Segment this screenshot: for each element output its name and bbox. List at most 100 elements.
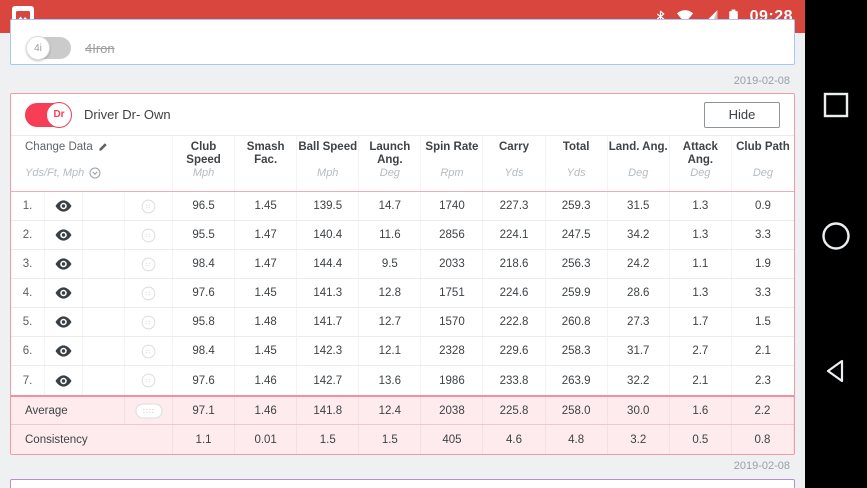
club-card-4iron: 4i 4Iron	[10, 19, 795, 65]
media-button[interactable]	[125, 279, 173, 307]
media-button[interactable]	[125, 308, 173, 336]
value-cell-7: 31.7	[608, 337, 670, 365]
value-cell-0: 96.5	[173, 192, 236, 220]
visibility-toggle[interactable]	[45, 308, 83, 336]
visibility-toggle[interactable]	[45, 366, 83, 395]
value-cell-4: 1751	[421, 279, 484, 307]
media-circle-icon	[141, 199, 156, 213]
media-button[interactable]	[125, 192, 173, 220]
value-cell-9: 1.9	[754, 258, 771, 270]
average-value-2: 141.8	[297, 397, 360, 424]
shot-number: 1.	[11, 192, 45, 220]
value-cell-2: 142.3	[297, 337, 360, 365]
column-unit-1	[235, 167, 298, 191]
hide-button[interactable]: Hide	[704, 101, 780, 128]
chevron-circle-icon	[89, 167, 101, 179]
column-unit-6: Yds	[546, 167, 608, 191]
value-cell-5: 224.1	[483, 221, 546, 249]
visibility-eye-icon	[55, 287, 72, 299]
table-row: 2. 95.5 1.47 140.4 11.6 2856 224.1 247.5 34.2 1.3…	[11, 221, 794, 250]
value-cell-6: 263.9	[546, 366, 608, 395]
home-circle-icon	[822, 222, 850, 250]
value-cell-1: 1.47	[235, 250, 298, 278]
table-header-row: Change Data Club Speed Smash Fac. Ball Spe…	[11, 136, 794, 167]
media-circle-icon	[141, 228, 156, 242]
visibility-toggle[interactable]	[45, 337, 83, 365]
value-cell-3: 9.5	[359, 250, 422, 278]
value-cell-9: 2.3	[754, 374, 771, 387]
visibility-toggle[interactable]	[45, 250, 83, 278]
average-row: Average 97.1 1.46 141.8 12.4 2038 225.8 258.0 30…	[11, 395, 794, 425]
average-value-7: 30.0	[608, 397, 670, 424]
average-value-5: 225.8	[483, 397, 546, 424]
value-cell-8: 2.7	[670, 337, 732, 365]
value-cell-3: 12.8	[359, 279, 422, 307]
visibility-toggle[interactable]	[45, 192, 83, 220]
units-selector[interactable]: Yds/Ft, Mph	[11, 167, 173, 191]
value-cell-2: 140.4	[297, 221, 360, 249]
column-unit-5: Yds	[483, 167, 546, 191]
consistency-value-0: 1.1	[173, 425, 236, 454]
back-button[interactable]	[823, 357, 849, 390]
table-row: 4. 97.6 1.45 141.3 12.8 1751 224.6 259.9 28.6 1.3…	[11, 279, 794, 308]
media-button[interactable]	[125, 221, 173, 249]
android-nav-bar	[805, 0, 867, 488]
table-row: 6. 98.4 1.45 142.3 12.1 2328 229.6 258.3 31.7 2.7…	[11, 337, 794, 366]
average-value-9: 2.2	[732, 397, 794, 424]
value-cell-8: 1.7	[670, 308, 732, 336]
back-triangle-icon	[826, 359, 844, 383]
club-label-4iron: 4Iron	[85, 40, 115, 56]
value-cell-3: 12.7	[359, 308, 422, 336]
average-media-button[interactable]	[125, 397, 173, 424]
home-button[interactable]	[821, 221, 851, 256]
media-pill-icon	[135, 403, 162, 418]
value-cell-2: 141.7	[297, 308, 360, 336]
media-button[interactable]	[125, 250, 173, 278]
club-toggle-4i[interactable]: 4i	[26, 36, 71, 60]
club-toggle-dr[interactable]: Dr	[25, 101, 72, 128]
value-cell-0: 97.6	[173, 279, 236, 307]
value-cell-0: 95.8	[173, 308, 236, 336]
table-units-row: Yds/Ft, Mph Mph Mph Deg Rpm Yds Yds Deg Deg Deg	[11, 167, 794, 192]
value-cell-7: 31.5	[608, 192, 670, 220]
value-cell-3: 13.6	[359, 366, 422, 395]
media-button[interactable]	[125, 337, 173, 365]
driver-card: Dr Driver Dr- Own Hide Change Data Club …	[10, 93, 795, 455]
shot-number: 7.	[11, 366, 45, 395]
spacer-cell	[83, 366, 125, 395]
value-cell-5: 224.6	[483, 279, 546, 307]
visibility-toggle[interactable]	[45, 221, 83, 249]
consistency-value-5: 4.6	[483, 425, 546, 454]
value-cell-9: 2.1	[754, 345, 771, 357]
shot-number: 4.	[11, 279, 45, 307]
recents-button[interactable]	[823, 92, 849, 123]
column-header-5: Carry	[483, 136, 546, 167]
spacer-cell	[83, 308, 125, 336]
shot-number: 6.	[11, 337, 45, 365]
visibility-eye-icon	[55, 229, 72, 241]
consistency-value-8: 0.5	[670, 425, 732, 454]
column-header-8: Attack Ang.	[670, 136, 732, 167]
value-cell-4: 2328	[421, 337, 484, 365]
column-unit-8: Deg	[670, 167, 732, 191]
value-cell-2: 142.7	[297, 366, 360, 395]
consistency-value-6: 4.8	[546, 425, 608, 454]
value-cell-5: 229.6	[483, 337, 546, 365]
value-cell-7: 28.6	[608, 279, 670, 307]
scroll-area[interactable]: 4i 4Iron 2019-02-08 Dr Driver Dr- Own Hi…	[0, 19, 805, 488]
average-value-0: 97.1	[173, 397, 236, 424]
consistency-value-2: 1.5	[297, 425, 360, 454]
spacer-cell	[83, 192, 125, 220]
change-data-button[interactable]: Change Data	[11, 136, 173, 167]
value-cell-0: 98.4	[173, 337, 236, 365]
value-cell-3: 12.1	[359, 337, 422, 365]
spacer-cell	[83, 337, 125, 365]
value-cell-6: 260.8	[546, 308, 608, 336]
visibility-toggle[interactable]	[45, 279, 83, 307]
column-unit-3: Deg	[359, 167, 422, 191]
average-label: Average	[11, 397, 125, 424]
value-cell-5: 233.8	[483, 366, 546, 395]
media-button[interactable]	[125, 366, 173, 395]
average-value-3: 12.4	[359, 397, 422, 424]
value-cell-0: 98.4	[173, 250, 236, 278]
